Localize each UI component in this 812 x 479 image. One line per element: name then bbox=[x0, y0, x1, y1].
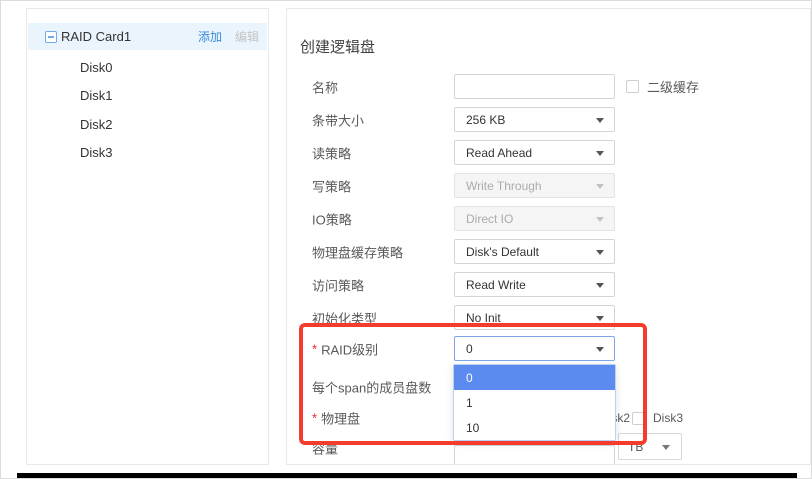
stripe-size-label: 条带大小 bbox=[312, 110, 364, 129]
raid-tree-panel: RAID Card1 添加 编辑 Disk0 Disk1 Disk2 Disk3 bbox=[26, 8, 269, 465]
access-policy-select[interactable]: Read Write bbox=[454, 272, 615, 297]
raid-level-dropdown: 0 1 10 bbox=[453, 364, 616, 441]
io-policy-select: Direct IO bbox=[454, 206, 615, 231]
stripe-size-select[interactable]: 256 KB bbox=[454, 107, 615, 132]
create-logical-disk-panel: 创建逻辑盘 名称 二级缓存 条带大小 256 KB 读策略 bbox=[286, 8, 811, 465]
read-policy-select[interactable]: Read Ahead bbox=[454, 140, 615, 165]
pd-cache-policy-select[interactable]: Disk's Default bbox=[454, 239, 615, 264]
init-type-label: 初始化类型 bbox=[312, 308, 377, 327]
required-asterisk: * bbox=[312, 410, 317, 425]
init-type-select[interactable]: No Init bbox=[454, 305, 615, 330]
write-policy-row: 写策略 Write Through bbox=[287, 173, 810, 198]
access-policy-row: 访问策略 Read Write bbox=[287, 272, 810, 297]
tree-root-label: RAID Card1 bbox=[61, 29, 131, 44]
capacity-input[interactable] bbox=[454, 445, 615, 465]
chevron-down-icon bbox=[662, 445, 670, 450]
chevron-down-icon bbox=[596, 118, 604, 123]
name-input[interactable] bbox=[454, 74, 615, 99]
name-field-row: 名称 二级缓存 bbox=[287, 74, 810, 99]
raid-level-option-0[interactable]: 0 bbox=[454, 365, 615, 390]
span-members-label: 每个span的成员盘数 bbox=[312, 377, 431, 396]
physical-disks-label: * 物理盘 bbox=[312, 408, 360, 427]
add-link[interactable]: 添加 bbox=[198, 28, 222, 45]
required-asterisk: * bbox=[312, 341, 317, 356]
panel-title: 创建逻辑盘 bbox=[300, 36, 375, 57]
bottom-crop-bar bbox=[17, 473, 797, 478]
tree-item-disk1[interactable]: Disk1 bbox=[80, 86, 113, 106]
capacity-label: 容量 bbox=[312, 438, 338, 457]
raid-level-select[interactable]: 0 bbox=[454, 336, 615, 361]
io-policy-row: IO策略 Direct IO bbox=[287, 206, 810, 231]
pd-cache-policy-row: 物理盘缓存策略 Disk's Default bbox=[287, 239, 810, 264]
disk3-checkbox[interactable] bbox=[632, 412, 645, 425]
read-policy-label: 读策略 bbox=[312, 143, 351, 162]
tree-item-disk3[interactable]: Disk3 bbox=[80, 143, 113, 163]
chevron-down-icon bbox=[596, 283, 604, 288]
raid-level-option-10[interactable]: 10 bbox=[454, 415, 615, 440]
chevron-down-icon bbox=[596, 151, 604, 156]
edit-link[interactable]: 编辑 bbox=[235, 28, 259, 45]
raid-level-option-1[interactable]: 1 bbox=[454, 390, 615, 415]
chevron-down-icon bbox=[596, 217, 604, 222]
capacity-unit-select[interactable]: TB bbox=[618, 433, 682, 460]
io-policy-label: IO策略 bbox=[312, 209, 352, 228]
write-policy-label: 写策略 bbox=[312, 176, 351, 195]
disk3-checkbox-label[interactable]: Disk3 bbox=[653, 411, 683, 425]
access-policy-label: 访问策略 bbox=[312, 275, 364, 294]
tree-action-links: 添加 编辑 bbox=[198, 28, 259, 45]
stripe-size-row: 条带大小 256 KB bbox=[287, 107, 810, 132]
write-policy-select: Write Through bbox=[454, 173, 615, 198]
raid-level-row: * RAID级别 0 bbox=[287, 336, 810, 361]
raid-level-label: * RAID级别 bbox=[312, 339, 378, 358]
chevron-down-icon bbox=[596, 184, 604, 189]
secondary-cache-group: 二级缓存 bbox=[626, 74, 699, 99]
screenshot-canvas: RAID Card1 添加 编辑 Disk0 Disk1 Disk2 Disk3… bbox=[0, 0, 812, 479]
pd-cache-policy-label: 物理盘缓存策略 bbox=[312, 242, 403, 261]
tree-item-disk2[interactable]: Disk2 bbox=[80, 115, 113, 135]
read-policy-row: 读策略 Read Ahead bbox=[287, 140, 810, 165]
init-type-row: 初始化类型 No Init bbox=[287, 305, 810, 330]
tree-item-raid-card1[interactable]: RAID Card1 添加 编辑 bbox=[28, 23, 267, 50]
chevron-down-icon bbox=[596, 316, 604, 321]
chevron-down-icon bbox=[596, 250, 604, 255]
secondary-cache-label: 二级缓存 bbox=[647, 77, 699, 96]
name-label: 名称 bbox=[312, 77, 338, 96]
collapse-minus-icon[interactable] bbox=[45, 31, 57, 43]
secondary-cache-checkbox[interactable] bbox=[626, 80, 639, 93]
tree-item-disk0[interactable]: Disk0 bbox=[80, 58, 113, 78]
chevron-down-icon bbox=[596, 347, 604, 352]
